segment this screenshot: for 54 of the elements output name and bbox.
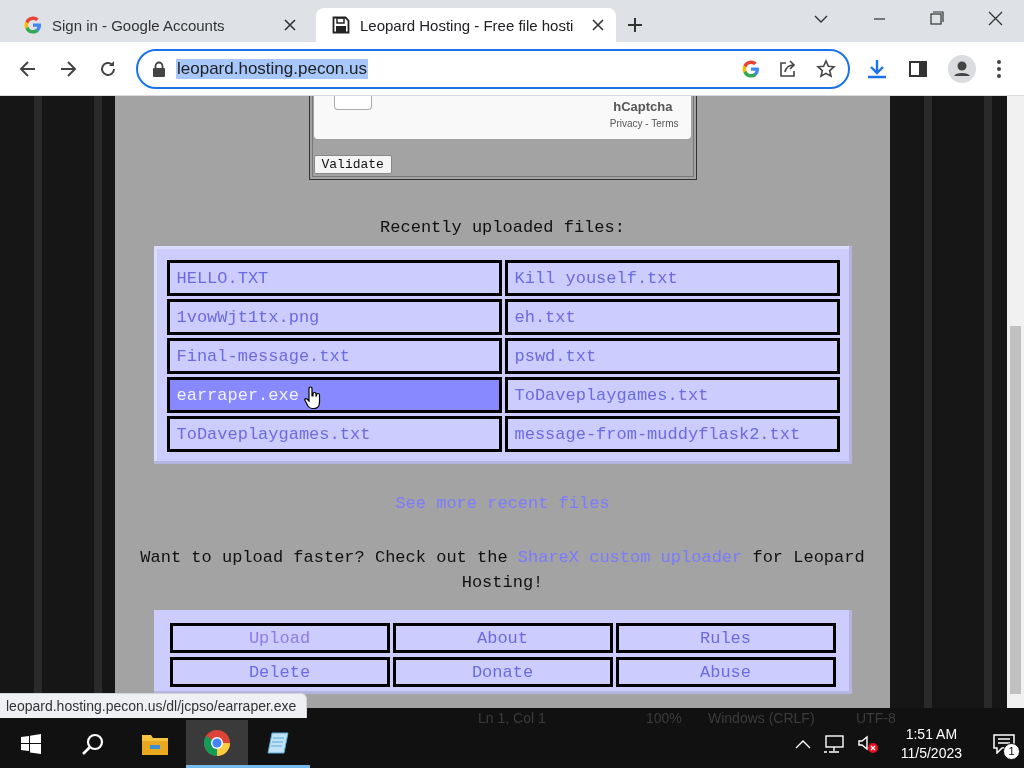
hand-cursor-icon xyxy=(303,386,322,410)
download-icon[interactable] xyxy=(866,57,888,80)
folder-icon[interactable] xyxy=(141,732,169,756)
scrollbar[interactable] xyxy=(1007,96,1024,708)
notepad-icon[interactable] xyxy=(266,729,292,756)
file-link[interactable]: HELLO.TXT xyxy=(166,260,502,296)
status-url-tooltip: leopard.hosting.pecon.us/dl/jcpso/earraper.exe xyxy=(0,693,308,718)
captcha-links[interactable]: Privacy - Terms xyxy=(609,118,679,129)
caret-up-icon[interactable] xyxy=(794,739,811,749)
share-icon[interactable] xyxy=(778,58,798,79)
notification-icon[interactable] xyxy=(993,734,1015,754)
file-link[interactable]: pswd.txt xyxy=(504,338,840,374)
captcha-brand: hCaptcha xyxy=(613,99,673,114)
side-panel-icon[interactable] xyxy=(908,58,928,79)
windows-start-icon[interactable] xyxy=(21,734,41,754)
file-link[interactable]: earraper.exe xyxy=(166,377,502,413)
clock-time[interactable]: 1:51 AM xyxy=(900,725,962,744)
promo-text: Want to upload faster? Check out the ShareX custom uploader for Leopard Hosting! xyxy=(139,547,866,594)
file-link[interactable]: Final-message.txt xyxy=(166,338,502,374)
lock-icon xyxy=(152,60,166,77)
network-icon[interactable] xyxy=(822,735,845,753)
chrome-browser-icon[interactable] xyxy=(203,728,231,757)
close-tab-icon[interactable] xyxy=(590,17,606,33)
nav-button[interactable]: Rules xyxy=(615,623,836,653)
validate-button[interactable]: Validate xyxy=(313,155,392,174)
section-heading: Recently uploaded files: xyxy=(380,218,625,239)
file-link[interactable]: 1vowWjt1tx.png xyxy=(166,299,502,335)
nav-button[interactable]: Abuse xyxy=(615,657,836,687)
browser-tab[interactable]: Sign in - Google Accounts xyxy=(8,8,308,42)
google-icon xyxy=(24,16,42,34)
new-tab-icon[interactable] xyxy=(626,16,644,34)
menu-icon[interactable] xyxy=(996,58,1002,79)
nav-button[interactable]: Delete xyxy=(169,657,390,687)
star-icon[interactable] xyxy=(816,58,836,79)
notification-count: 1 xyxy=(1003,743,1020,760)
file-link[interactable]: eh.txt xyxy=(504,299,840,335)
clock-date[interactable]: 11/5/2023 xyxy=(900,744,962,763)
nav-button[interactable]: About xyxy=(392,623,613,653)
speaker-muted-icon[interactable] xyxy=(856,734,879,754)
forward-arrow-icon[interactable] xyxy=(58,58,78,79)
nav-button[interactable]: Upload xyxy=(169,623,390,653)
back-arrow-icon[interactable] xyxy=(18,58,38,79)
profile-avatar-icon[interactable] xyxy=(948,54,976,83)
search-icon[interactable] xyxy=(81,732,105,756)
file-link[interactable]: message-from-muddyflask2.txt xyxy=(504,416,840,452)
file-link[interactable]: ToDaveplaygames.txt xyxy=(504,377,840,413)
url-text: leopard.hosting.pecon.us xyxy=(176,58,368,79)
address-bar[interactable]: leopard.hosting.pecon.us xyxy=(136,48,850,89)
close-tab-icon[interactable] xyxy=(282,17,298,33)
scrollbar-thumb[interactable] xyxy=(1010,326,1021,694)
file-link[interactable]: ToDaveplaygames.txt xyxy=(166,416,502,452)
nav-button[interactable]: Donate xyxy=(392,657,613,687)
file-link[interactable]: Kill youself.txt xyxy=(504,260,840,296)
browser-tab[interactable]: Leopard Hosting - Free file hosti xyxy=(316,8,616,42)
